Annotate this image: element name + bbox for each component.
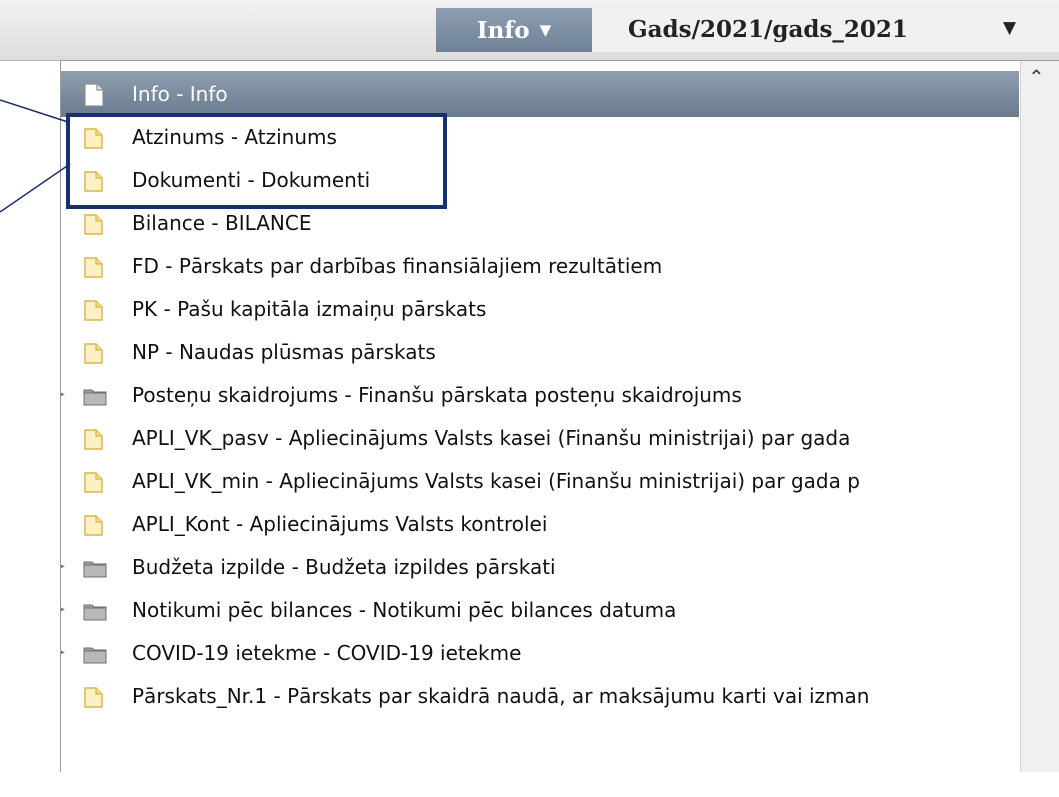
tree-row-label: Bilance - BILANCE — [132, 211, 312, 235]
triangle-down-icon: ▼ — [539, 21, 552, 39]
tree-row[interactable]: FD - Pārskats par darbības finansiālajie… — [61, 246, 1019, 289]
tree-row[interactable]: PK - Pašu kapitāla izmaiņu pārskats — [61, 289, 1019, 332]
tree-row-label: Pārskats_Nr.1 - Pārskats par skaidrā nau… — [132, 684, 870, 708]
tree-row-label: APLI_VK_min - Apliecinājums Valsts kasei… — [132, 469, 860, 493]
info-dropdown[interactable]: Info ▼ — [436, 8, 592, 52]
tree-row-label: COVID-19 ietekme - COVID-19 ietekme — [132, 641, 522, 665]
chevron-up-icon[interactable]: ⌃ — [1028, 65, 1045, 89]
vertical-scrollbar[interactable]: ⌃ — [1020, 61, 1059, 773]
tree-row[interactable]: Pārskats_Nr.1 - Pārskats par skaidrā nau… — [61, 676, 1019, 719]
file-icon — [83, 83, 105, 107]
tree-row[interactable]: APLI_Kont - Apliecinājums Valsts kontrol… — [61, 504, 1019, 547]
tree-row[interactable]: ▶ COVID-19 ietekme - COVID-19 ietekme — [61, 633, 1019, 676]
grey-folder-icon — [83, 642, 107, 666]
tree-row-label: NP - Naudas plūsmas pārskats — [132, 340, 436, 364]
tree-row[interactable]: ▶ Posteņu skaidrojums - Finanšu pārskata … — [61, 375, 1019, 418]
triangle-down-icon[interactable]: ▼ — [1003, 18, 1016, 38]
tree-row[interactable]: APLI_VK_pasv - Apliecinājums Valsts kase… — [61, 418, 1019, 461]
tree-row-label: APLI_VK_pasv - Apliecinājums Valsts kase… — [132, 426, 851, 450]
callout-line — [0, 99, 69, 123]
folder-icon — [83, 255, 105, 279]
expand-arrow-icon[interactable]: ▶ — [61, 386, 65, 402]
tree-row-label: Info - Info — [132, 82, 228, 106]
year-dropdown-value: Gads/2021/gads_2021 — [628, 16, 908, 43]
tree-row-label: PK - Pašu kapitāla izmaiņu pārskats — [132, 297, 487, 321]
tree-row[interactable]: Info - Info — [61, 71, 1019, 117]
expand-arrow-icon[interactable]: ▶ — [61, 558, 65, 574]
tree-row[interactable]: Bilance - BILANCE — [61, 203, 1019, 246]
tree-row[interactable]: NP - Naudas plūsmas pārskats — [61, 332, 1019, 375]
folder-icon — [83, 513, 105, 537]
tree-row-label: APLI_Kont - Apliecinājums Valsts kontrol… — [132, 512, 548, 536]
grey-folder-icon — [83, 556, 107, 580]
tree-row-label: Notikumi pēc bilances - Notikumi pēc bil… — [132, 598, 677, 622]
expand-arrow-icon[interactable]: ▶ — [61, 601, 65, 617]
folder-icon — [83, 212, 105, 236]
tree-row[interactable]: ▶ Notikumi pēc bilances - Notikumi pēc bi… — [61, 590, 1019, 633]
tree-row[interactable]: ▶ Budžeta izpilde - Budžeta izpildes pārs… — [61, 547, 1019, 590]
year-dropdown[interactable]: Gads/2021/gads_2021 ▼ — [592, 8, 1059, 52]
tree-row-label: FD - Pārskats par darbības finansiālajie… — [132, 254, 663, 278]
highlight-box — [66, 113, 447, 209]
bottom-strip — [0, 772, 1059, 797]
tree-row[interactable]: APLI_VK_min - Apliecinājums Valsts kasei… — [61, 461, 1019, 504]
tree-row-label: Posteņu skaidrojums - Finanšu pārskata p… — [132, 383, 742, 407]
folder-icon — [83, 341, 105, 365]
folder-icon — [83, 298, 105, 322]
folder-icon — [83, 470, 105, 494]
folder-icon — [83, 427, 105, 451]
grey-folder-icon — [83, 384, 107, 408]
folder-icon — [83, 685, 105, 709]
tree-row-label: Budžeta izpilde - Budžeta izpildes pārsk… — [132, 555, 556, 579]
grey-folder-icon — [83, 599, 107, 623]
expand-arrow-icon[interactable]: ▶ — [61, 644, 65, 660]
info-dropdown-label: Info — [476, 16, 530, 44]
toolbar: Info ▼ Gads/2021/gads_2021 ▼ — [0, 0, 1059, 61]
